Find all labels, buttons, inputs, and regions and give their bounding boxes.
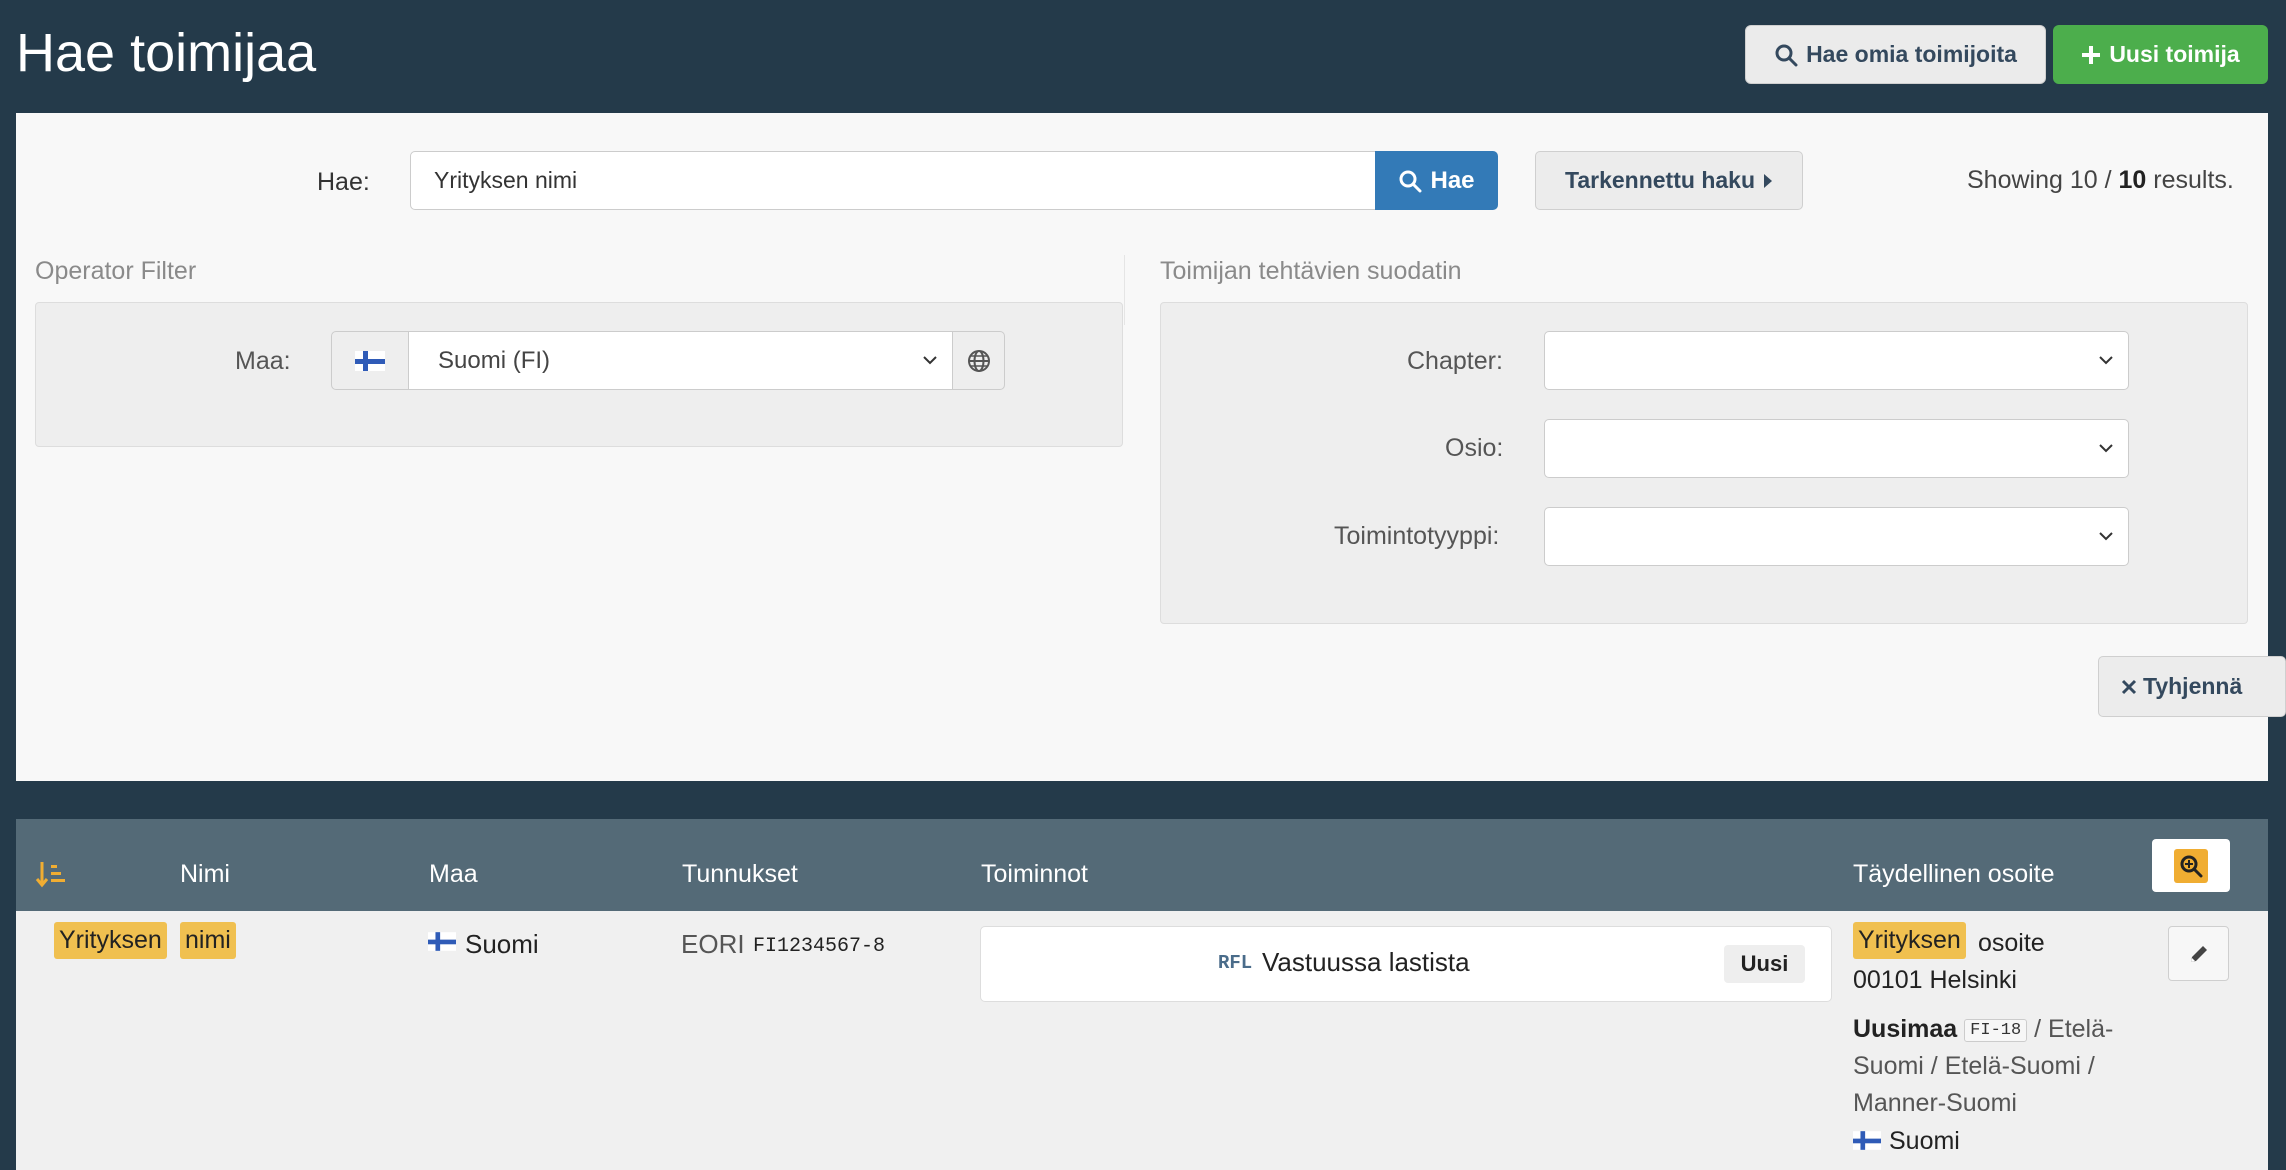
results-count: Showing 10 / 10 results. (1967, 166, 2234, 195)
address-postal: 00101 Helsinki (1853, 966, 2017, 994)
search-label: Hae: (317, 168, 370, 196)
chapter-label: Chapter: (1407, 347, 1503, 375)
zoom-in-icon (2180, 855, 2203, 877)
country-flag-addon (331, 331, 409, 390)
finland-flag-icon (1853, 1131, 1881, 1150)
row-id-value: FI1234567-8 (753, 935, 886, 958)
region-line1: / Etelä- (2027, 1015, 2114, 1043)
results-prefix: Showing 10 / (1967, 166, 2119, 194)
action-code: RFL (1218, 952, 1253, 974)
finland-flag-icon (428, 932, 456, 951)
column-header-identifiers[interactable]: Tunnukset (682, 860, 798, 889)
chevron-down-icon (2099, 532, 2113, 541)
activity-type-select[interactable] (1544, 507, 2129, 566)
region-code: FI-18 (1964, 1018, 2028, 1042)
address-region: Uusimaa FI-18 / Etelä- (1853, 1015, 2113, 1044)
search-icon (1399, 170, 1422, 192)
activity-type-label: Toimintotyyppi: (1334, 522, 1500, 550)
address-rest: osoite (1978, 929, 2045, 957)
advanced-search-button[interactable]: Tarkennettu haku (1535, 151, 1803, 210)
results-suffix: results. (2146, 166, 2234, 194)
chapter-select[interactable] (1544, 331, 2129, 390)
section-select[interactable] (1544, 419, 2129, 478)
chevron-down-icon (2099, 444, 2113, 453)
search-button-label: Hae (1430, 166, 1475, 194)
search-icon (1775, 44, 1798, 66)
search-own-operators-button[interactable]: Hae omia toimijoita (1745, 25, 2046, 84)
column-header-actions[interactable]: Toiminnot (981, 860, 1088, 889)
row-country: Suomi (465, 929, 539, 959)
page-title: Hae toimijaa (16, 23, 317, 83)
search-button[interactable]: Hae (1375, 151, 1498, 210)
search-own-operators-label: Hae omia toimijoita (1806, 41, 2017, 67)
country-select[interactable]: Suomi (FI) (408, 331, 953, 390)
operator-filter-title: Operator Filter (35, 257, 197, 285)
globe-button[interactable] (952, 331, 1005, 390)
name-highlight-2: nimi (180, 922, 236, 959)
region-line3: Manner-Suomi (1853, 1089, 2017, 1117)
country-label: Maa: (235, 347, 291, 375)
edit-button[interactable] (2168, 926, 2229, 981)
address-country: Suomi (1889, 1127, 1960, 1155)
country-select-value: Suomi (FI) (438, 346, 551, 374)
action-name: Vastuussa lastista (1262, 947, 1470, 977)
close-icon (2121, 679, 2137, 694)
column-header-address[interactable]: Täydellinen osoite (1853, 860, 2055, 889)
region-line2: Suomi / Etelä-Suomi / (1853, 1052, 2095, 1080)
chevron-down-icon (923, 356, 937, 365)
status-badge: Uusi (1724, 945, 1805, 983)
plus-icon (2082, 45, 2101, 64)
row-action-card[interactable]: RFL Vastuussa lastista Uusi (980, 926, 1832, 1002)
region-name: Uusimaa (1853, 1015, 1958, 1043)
results-total: 10 (2118, 166, 2147, 194)
task-filter-title: Toimijan tehtävien suodatin (1160, 257, 1462, 285)
column-header-name[interactable]: Nimi (180, 860, 230, 889)
address-highlight: Yrityksen (1853, 922, 1966, 959)
clear-button[interactable]: Tyhjennä (2098, 656, 2286, 717)
finland-flag-icon (355, 350, 385, 371)
advanced-search-label: Tarkennettu haku (1565, 167, 1755, 193)
new-operator-label: Uusi toimija (2109, 41, 2240, 67)
zoom-button[interactable] (2152, 839, 2230, 892)
new-operator-button[interactable]: Uusi toimija (2053, 25, 2268, 84)
sort-icon[interactable] (35, 860, 67, 893)
column-header-country[interactable]: Maa (429, 860, 478, 889)
name-highlight-1: Yrityksen (54, 922, 167, 959)
chevron-down-icon (2099, 356, 2113, 365)
clear-label: Tyhjennä (2143, 673, 2243, 699)
search-input[interactable] (410, 151, 1376, 210)
caret-right-icon (1764, 173, 1772, 188)
section-label: Osio: (1445, 434, 1504, 462)
filter-divider (1124, 255, 1125, 325)
row-id-type: EORI (681, 929, 745, 959)
pencil-icon (2190, 945, 2207, 962)
globe-icon (967, 349, 990, 372)
